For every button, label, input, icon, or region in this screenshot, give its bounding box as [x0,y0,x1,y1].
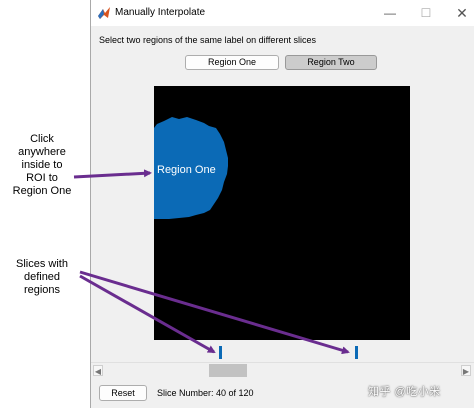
slice-scrollbar[interactable]: ◀ ▶ [91,362,474,377]
slice-marker [219,346,222,359]
annotation-line: defined [23,271,61,283]
slice-marker [355,346,358,359]
scroll-right-icon[interactable]: ▶ [461,365,471,376]
image-canvas[interactable]: Region One [154,86,410,340]
close-icon[interactable]: ✕ [453,4,471,22]
annotation-line: regions [23,284,61,296]
annotation-line: Region One [12,185,72,197]
annotation-line: inside to [21,159,63,171]
annotation-line: ROI to [26,172,58,184]
annotation-line: anywhere [18,146,66,158]
dialog-window: Manually Interpolate — ☐ ✕ Select two re… [90,0,474,408]
scroll-thumb[interactable] [209,364,247,377]
reset-button[interactable]: Reset [99,385,147,401]
annotation-area [0,0,90,408]
slice-number-label: Slice Number: 40 of 120 [157,388,254,398]
scroll-left-icon[interactable]: ◀ [93,365,103,376]
region-two-button[interactable]: Region Two [285,55,377,70]
region-one-button[interactable]: Region One [185,55,279,70]
minimize-icon[interactable]: — [381,4,399,22]
instruction-text: Select two regions of the same label on … [99,35,316,45]
slices-annotation: Slices with defined regions [2,258,82,297]
annotation-line: Click [30,133,54,145]
annotation-line: Slices with [16,258,68,270]
matlab-icon [98,7,110,19]
maximize-icon[interactable]: ☐ [417,4,435,22]
watermark: 知乎 @吃小米 [368,386,441,398]
region-one-label: Region One [157,164,216,176]
window-title: Manually Interpolate [115,7,206,18]
title-bar: Manually Interpolate — ☐ ✕ [91,0,474,26]
click-annotation: Click anywhere inside to ROI to Region O… [2,133,82,198]
